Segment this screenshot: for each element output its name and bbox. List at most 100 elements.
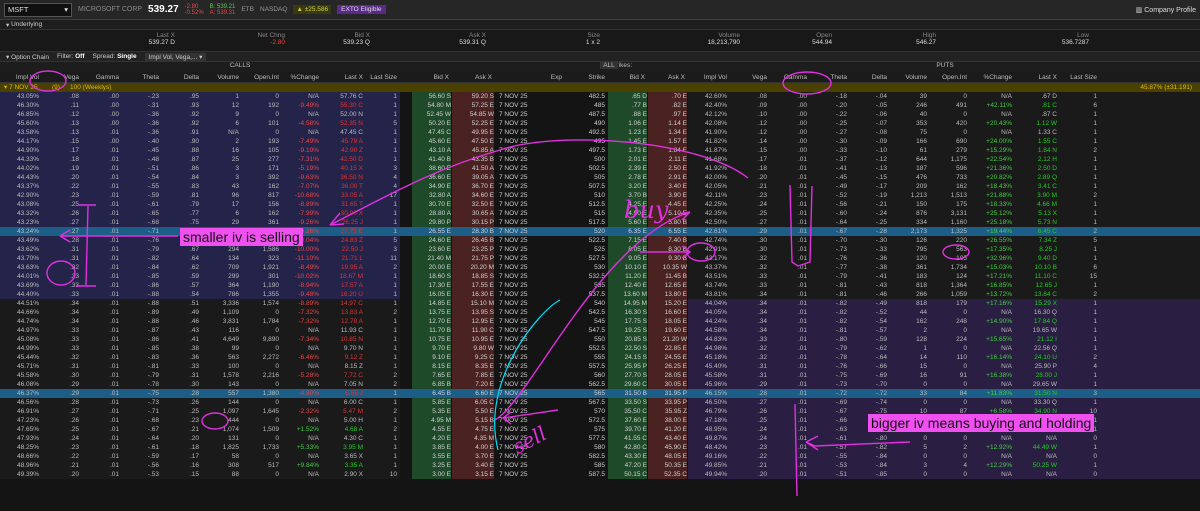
cell[interactable]: -.36 (122, 110, 159, 119)
cell[interactable]: 19.60 E (648, 326, 687, 335)
cell[interactable]: 59.20 S (452, 92, 494, 101)
cell[interactable]: 41.68% (688, 155, 727, 164)
cell[interactable]: -.30 (850, 236, 887, 245)
cell[interactable]: 46.37% (0, 389, 39, 398)
cell[interactable]: 20.00 E (412, 263, 451, 272)
cell[interactable]: -.40 (122, 137, 159, 146)
cell[interactable]: -7.07% (282, 182, 319, 191)
cell[interactable]: 567.5 (565, 398, 605, 407)
cell[interactable]: .28 (42, 398, 79, 407)
cell[interactable]: 45.08% (0, 335, 39, 344)
cell[interactable]: 11.10 C (1015, 272, 1057, 281)
cell[interactable]: .09 (730, 101, 767, 110)
cell[interactable]: .36 (162, 353, 199, 362)
cell[interactable]: 1 (366, 209, 397, 218)
cell[interactable]: 2 (366, 263, 397, 272)
cell[interactable]: 56.60 S (412, 92, 451, 101)
cell[interactable]: .28 (730, 389, 767, 398)
cell[interactable]: 1 (1060, 110, 1097, 119)
cell[interactable]: .83 (162, 182, 199, 191)
cell[interactable]: N/A (282, 470, 319, 479)
cell[interactable]: -.72 (810, 389, 847, 398)
cell[interactable]: 9.05 E (608, 254, 647, 263)
cell[interactable]: .77 (162, 209, 199, 218)
cell[interactable]: +14.90% (970, 317, 1012, 326)
cell[interactable]: 1,074 (202, 425, 239, 434)
cell[interactable]: 45.58% (0, 371, 39, 380)
cell[interactable]: 1 (1060, 119, 1097, 128)
column-header[interactable]: Last X (322, 72, 363, 83)
cell[interactable]: 47.45 C (412, 128, 451, 137)
cell[interactable]: +12.29% (970, 461, 1012, 470)
cell[interactable]: .29 (42, 389, 79, 398)
table-row[interactable]: 46.56% .28.01 -.73.26 144 0 N/A 6.00 C 1 5.85 E6… (0, 398, 1200, 407)
cell[interactable]: 818 (890, 299, 927, 308)
cell[interactable]: 5.13 X (1015, 209, 1057, 218)
cell[interactable]: 6.55 J (322, 389, 363, 398)
cell[interactable]: -.82 (850, 443, 887, 452)
cell[interactable]: 587.5 (565, 470, 605, 479)
cell[interactable]: N/A (282, 362, 319, 371)
table-row[interactable]: 45.58% .30.01 -.79.31 1,578 2,216 -5.28% 7.72 … (0, 371, 1200, 380)
cell[interactable]: 40.15 X (322, 164, 363, 173)
cell[interactable]: 1 (1060, 254, 1097, 263)
cell[interactable]: .19 (42, 164, 79, 173)
cell[interactable]: N/A (282, 398, 319, 407)
column-header[interactable]: Ask X (648, 72, 685, 83)
cell[interactable]: .01 (770, 200, 807, 209)
cell[interactable]: 266 (890, 290, 927, 299)
column-header[interactable]: Delta (162, 72, 199, 83)
cell[interactable]: 45.44% (0, 353, 39, 362)
cell[interactable]: 36.50 N (322, 173, 363, 182)
cell[interactable]: -.06 (850, 110, 887, 119)
cell[interactable]: 7.20 E (452, 380, 494, 389)
cell[interactable]: 560 (565, 371, 605, 380)
cell[interactable]: 19.65 W (1015, 326, 1057, 335)
cell[interactable]: 2 (1060, 191, 1097, 200)
cell[interactable]: 18.60 S (412, 272, 451, 281)
cell[interactable]: 392 (242, 173, 279, 182)
cell[interactable]: 52.35 C (648, 470, 687, 479)
cell[interactable]: 563 (930, 245, 967, 254)
cell[interactable]: 444 (202, 416, 239, 425)
column-header[interactable]: Open.Int (242, 72, 279, 83)
cell[interactable]: 49.94% (688, 470, 727, 479)
cell[interactable]: -.45 (122, 146, 159, 155)
cell[interactable]: 7.15 E (608, 236, 647, 245)
cell[interactable]: 21.12 I (1015, 335, 1057, 344)
cell[interactable]: -.36 (122, 119, 159, 128)
cell[interactable]: 1 (1060, 461, 1097, 470)
cell[interactable]: .26 (162, 398, 199, 407)
cell[interactable]: -.52 (810, 191, 847, 200)
cell[interactable]: -.78 (122, 380, 159, 389)
cell[interactable]: 17.84 Q (1015, 317, 1057, 326)
cell[interactable]: 502.5 (565, 164, 605, 173)
cell[interactable]: 105 (242, 146, 279, 155)
cell[interactable]: 6.35 E (608, 227, 647, 236)
cell[interactable]: 279 (930, 146, 967, 155)
cell[interactable]: N/A (282, 434, 319, 443)
cell[interactable]: 47.45 C (322, 128, 363, 137)
cell[interactable]: .01 (82, 353, 119, 362)
cell[interactable]: 1.23 E (608, 128, 647, 137)
cell[interactable]: 42.35% (688, 209, 727, 218)
cell[interactable]: 1.55 C (1015, 137, 1057, 146)
cell[interactable]: .30 (730, 236, 767, 245)
cell[interactable]: .01 (82, 236, 119, 245)
cell[interactable]: 547.5 (565, 326, 605, 335)
cell[interactable]: 1 (1060, 317, 1097, 326)
cell[interactable]: 6.60 E (452, 389, 494, 398)
cell[interactable]: .01 (770, 281, 807, 290)
cell[interactable]: +16.85% (970, 281, 1012, 290)
cell[interactable]: -7.49% (282, 137, 319, 146)
cell[interactable]: 42.50% (688, 218, 727, 227)
filter-control[interactable]: Filter: Off (57, 53, 84, 60)
cell[interactable]: 33.05 A (322, 191, 363, 200)
cell[interactable]: .67 D (1015, 92, 1057, 101)
cell[interactable]: N/A (1015, 470, 1057, 479)
cell[interactable]: 20.85 S (608, 335, 647, 344)
cell[interactable]: 21.40 M (412, 254, 451, 263)
cell[interactable]: 99 (202, 344, 239, 353)
cell[interactable]: 42.25% (688, 200, 727, 209)
cell[interactable]: -.80 (850, 434, 887, 443)
